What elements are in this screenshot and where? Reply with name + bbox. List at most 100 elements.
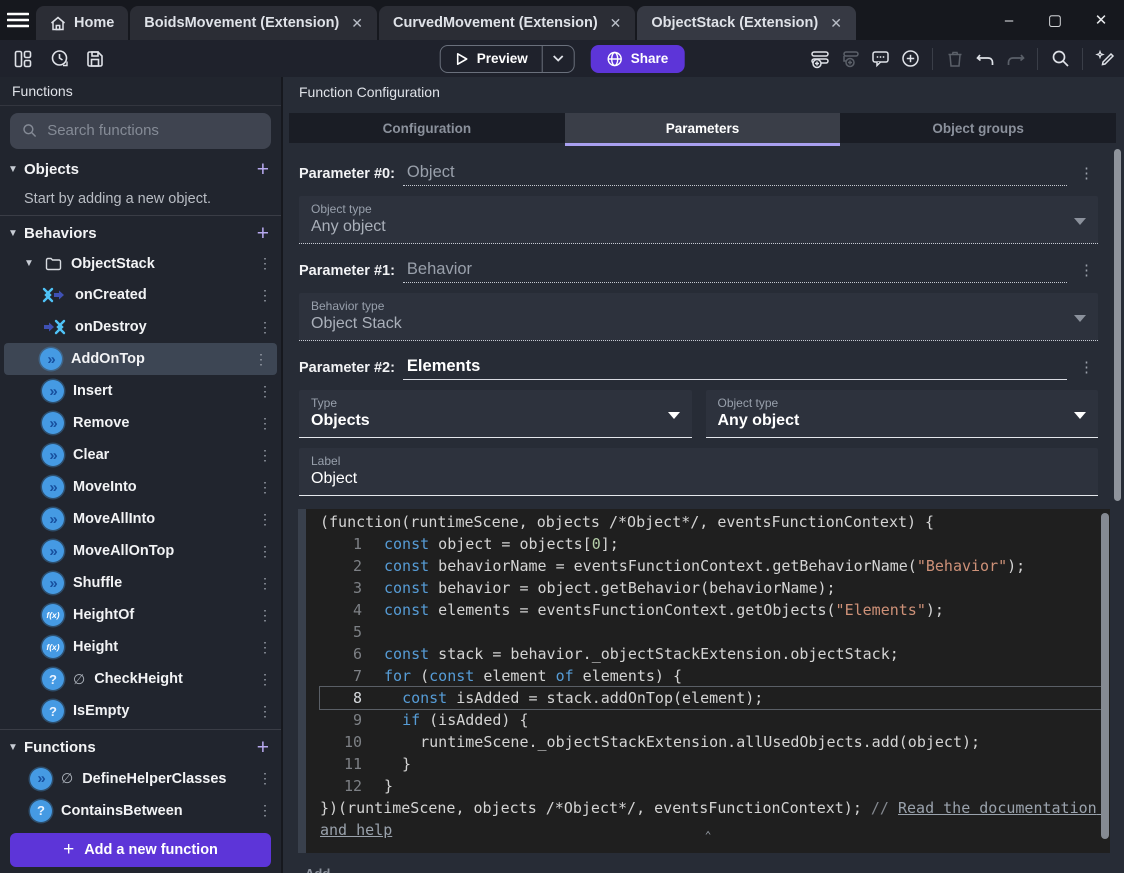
code-line-7: 7 for (const element of elements) {	[320, 665, 1102, 687]
code-line-10: 10 runtimeScene._objectStackExtension.al…	[320, 731, 1102, 753]
kebab-menu-icon[interactable]: ⋮	[257, 802, 273, 819]
parameter-2-name-input[interactable]: Elements	[402, 357, 1067, 380]
preview-button[interactable]: Preview	[441, 46, 542, 72]
javascript-code-editor[interactable]: (function(runtimeScene, objects /*Object…	[298, 509, 1110, 853]
history-icon[interactable]	[46, 46, 72, 72]
code-token: stack = behavior._objectStackExtension.o…	[429, 645, 899, 663]
search-icon[interactable]	[1047, 46, 1073, 72]
parameter-0-object-type-select[interactable]: Object type Any object	[299, 196, 1098, 244]
comment-icon[interactable]	[867, 46, 893, 72]
toolbar-divider	[1037, 47, 1038, 70]
tab-parameters[interactable]: Parameters	[564, 113, 841, 146]
function-item-moveallinto[interactable]: » MoveAllInto ⋮	[0, 503, 281, 535]
kebab-menu-icon[interactable]: ⋮	[257, 415, 273, 432]
kebab-menu-icon[interactable]: ⋮	[257, 447, 273, 464]
function-item-insert[interactable]: » Insert ⋮	[0, 375, 281, 407]
parameter-0-name-input[interactable]: Object	[402, 163, 1067, 186]
tab-object-groups[interactable]: Object groups	[840, 113, 1116, 143]
resize-caret-icon[interactable]: ⌃	[705, 825, 712, 847]
kebab-menu-icon[interactable]: ⋮	[257, 703, 273, 720]
add-free-function-button[interactable]: +	[257, 737, 269, 758]
kebab-menu-icon[interactable]: ⋮	[257, 319, 273, 336]
plus-icon: +	[63, 838, 75, 860]
kebab-menu-icon[interactable]: ⋮	[1075, 164, 1098, 186]
objects-section-header[interactable]: ▼ Objects +	[0, 154, 281, 185]
add-new-function-button[interactable]: + Add a new function	[10, 832, 271, 868]
search-functions-box[interactable]	[10, 112, 271, 149]
function-item-moveinto[interactable]: » MoveInto ⋮	[0, 471, 281, 503]
add-object-button[interactable]: +	[257, 159, 269, 180]
function-item-clear[interactable]: » Clear ⋮	[0, 439, 281, 471]
function-item-checkheight[interactable]: ? ∅ CheckHeight ⋮	[0, 663, 281, 695]
tab-curvedmovement-extension-[interactable]: CurvedMovement (Extension) ✕	[379, 6, 636, 40]
function-item-height[interactable]: f(x) Height ⋮	[0, 631, 281, 663]
kebab-menu-icon[interactable]: ⋮	[257, 770, 273, 787]
function-item-remove[interactable]: » Remove ⋮	[0, 407, 281, 439]
function-item-moveallontop[interactable]: » MoveAllOnTop ⋮	[0, 535, 281, 567]
kebab-menu-icon[interactable]: ⋮	[257, 543, 273, 560]
maximize-button[interactable]: ▢	[1032, 0, 1078, 40]
tab-boidsmovement-extension-[interactable]: BoidsMovement (Extension) ✕	[130, 6, 377, 40]
code-token: of	[555, 667, 574, 685]
panels-icon[interactable]	[10, 46, 36, 72]
kebab-menu-icon[interactable]: ⋮	[257, 671, 273, 688]
behavior-folder-row[interactable]: ▼ ObjectStack ⋮	[0, 249, 281, 280]
function-item-shuffle[interactable]: » Shuffle ⋮	[0, 567, 281, 599]
kebab-menu-icon[interactable]: ⋮	[257, 511, 273, 528]
function-item-heightof[interactable]: f(x) HeightOf ⋮	[0, 599, 281, 631]
tab-home[interactable]: Home	[36, 6, 129, 40]
parameters-panel: Parameter #0: Object ⋮ Object type Any o…	[283, 143, 1124, 509]
kebab-menu-icon[interactable]: ⋮	[257, 575, 273, 592]
kebab-menu-icon[interactable]: ⋮	[1075, 358, 1098, 380]
behaviors-section-header[interactable]: ▼ Behaviors +	[0, 218, 281, 249]
close-tab-icon[interactable]: ✕	[610, 15, 622, 32]
function-item-addontop[interactable]: » AddOnTop ⋮	[4, 343, 277, 376]
kebab-menu-icon[interactable]: ⋮	[257, 383, 273, 400]
parameter-1-behavior-type-select[interactable]: Behavior type Object Stack	[299, 293, 1098, 341]
function-item-containsbetween[interactable]: ? ContainsBetween ⋮	[0, 795, 281, 827]
kebab-menu-icon[interactable]: ⋮	[257, 287, 273, 304]
add-circle-icon[interactable]	[897, 46, 923, 72]
main-menu-button[interactable]	[0, 0, 36, 40]
search-functions-input[interactable]	[47, 122, 259, 140]
minimize-button[interactable]: –	[986, 0, 1032, 40]
parameters-scrollbar[interactable]	[1114, 149, 1121, 501]
undo-icon[interactable]	[972, 46, 998, 72]
redo-icon[interactable]	[1002, 46, 1028, 72]
function-name: Remove	[73, 415, 130, 432]
tab-configuration[interactable]: Configuration	[289, 113, 565, 143]
kebab-menu-icon[interactable]: ⋮	[1075, 261, 1098, 283]
parameter-1-name-input[interactable]: Behavior	[402, 260, 1067, 283]
preview-options-button[interactable]	[543, 46, 574, 72]
code-scrollbar[interactable]	[1101, 513, 1109, 839]
titlebar: Home BoidsMovement (Extension) ✕ CurvedMove…	[0, 0, 1124, 40]
kebab-menu-icon[interactable]: ⋮	[257, 255, 273, 272]
parameter-2-type-select[interactable]: Type Objects	[299, 390, 692, 438]
parameter-2-object-type-select[interactable]: Object type Any object	[705, 390, 1098, 438]
function-item-ondestroy[interactable]: onDestroy ⋮	[0, 311, 281, 343]
close-tab-icon[interactable]: ✕	[830, 15, 842, 32]
add-event-icon[interactable]	[807, 46, 833, 72]
close-tab-icon[interactable]: ✕	[351, 15, 363, 32]
action-function-icon: »	[40, 348, 62, 371]
kebab-menu-icon[interactable]: ⋮	[257, 607, 273, 624]
function-item-oncreated[interactable]: onCreated ⋮	[0, 279, 281, 311]
add-subevent-icon[interactable]	[837, 46, 863, 72]
close-button[interactable]: ✕	[1078, 0, 1124, 40]
edit-code-icon[interactable]	[1092, 46, 1118, 72]
function-item-definehelperclasses[interactable]: » ∅ DefineHelperClasses ⋮	[0, 763, 281, 795]
parameter-2-label-input[interactable]: Label Object	[299, 448, 1098, 496]
share-button[interactable]: Share	[590, 44, 685, 73]
kebab-menu-icon[interactable]: ⋮	[253, 351, 269, 368]
kebab-menu-icon[interactable]: ⋮	[257, 479, 273, 496]
add-behavior-button[interactable]: +	[257, 223, 269, 244]
save-icon[interactable]	[82, 46, 108, 72]
field-value: Any object	[717, 412, 800, 429]
functions-section-header[interactable]: ▼ Functions +	[0, 732, 281, 763]
dropdown-arrow-icon	[1074, 412, 1086, 419]
trash-icon[interactable]	[942, 46, 968, 72]
parameter-2-prefix: Parameter #2:	[299, 360, 395, 376]
function-item-isempty[interactable]: ? IsEmpty ⋮	[0, 695, 281, 727]
kebab-menu-icon[interactable]: ⋮	[257, 639, 273, 656]
tab-objectstack-extension-[interactable]: ObjectStack (Extension) ✕	[637, 6, 856, 40]
